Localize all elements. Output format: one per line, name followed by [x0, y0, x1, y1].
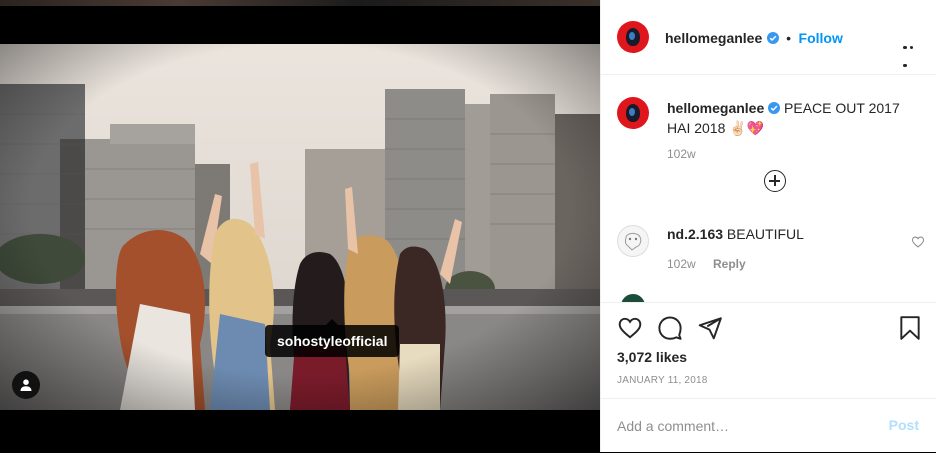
more-options-icon[interactable]	[903, 36, 921, 67]
post-header: hellomeganlee • Follow	[601, 0, 936, 75]
post-media: sohostyleofficial	[0, 0, 600, 452]
author-username[interactable]: hellomeganlee	[665, 30, 762, 46]
caption-timestamp[interactable]: 102w	[667, 147, 696, 161]
caption-avatar[interactable]	[617, 97, 649, 129]
heart-icon[interactable]	[617, 315, 643, 341]
author-avatar[interactable]	[617, 21, 649, 53]
user-icon[interactable]	[12, 371, 40, 399]
verified-badge-icon	[766, 32, 779, 44]
comment-text: nd.2.163 BEAUTIFUL	[667, 226, 804, 242]
heart-outline-icon[interactable]	[911, 235, 925, 249]
caption-username[interactable]: hellomeganlee	[667, 100, 764, 116]
user-tag-label[interactable]: sohostyleofficial	[265, 319, 400, 357]
caption-text: hellomeganlee PEACE OUT 2017 HAI 2018 ✌🏻…	[667, 98, 917, 138]
likes-count[interactable]: 3,072 likes	[617, 349, 687, 365]
post-date: JANUARY 11, 2018	[617, 375, 708, 386]
add-comment-bar: Post	[601, 398, 936, 453]
comment-body: BEAUTIFUL	[723, 226, 804, 242]
post-side-panel: hellomeganlee • Follow hellomeganlee PEA…	[600, 0, 936, 452]
bookmark-icon[interactable]	[897, 315, 923, 341]
comment-icon[interactable]	[657, 315, 683, 341]
commenter-username[interactable]: nd.2.163	[667, 226, 723, 242]
commenter-avatar[interactable]	[617, 225, 649, 257]
send-icon[interactable]	[697, 315, 723, 341]
header-user-line: hellomeganlee • Follow	[665, 30, 843, 48]
comments-section[interactable]: hellomeganlee PEACE OUT 2017 HAI 2018 ✌🏻…	[601, 75, 936, 302]
comment-input[interactable]	[617, 416, 867, 436]
separator-dot: •	[786, 30, 792, 46]
post-comment-button[interactable]: Post	[889, 417, 919, 433]
comment-timestamp[interactable]: 102w	[667, 257, 696, 271]
post-actions: 3,072 likes JANUARY 11, 2018	[601, 302, 936, 399]
reply-button[interactable]: Reply	[713, 257, 746, 271]
commenter-avatar[interactable]	[621, 294, 645, 302]
previous-media-strip	[0, 0, 600, 6]
plus-circle-icon[interactable]	[764, 170, 786, 192]
follow-button[interactable]: Follow	[799, 30, 843, 46]
verified-badge-icon	[768, 102, 781, 114]
